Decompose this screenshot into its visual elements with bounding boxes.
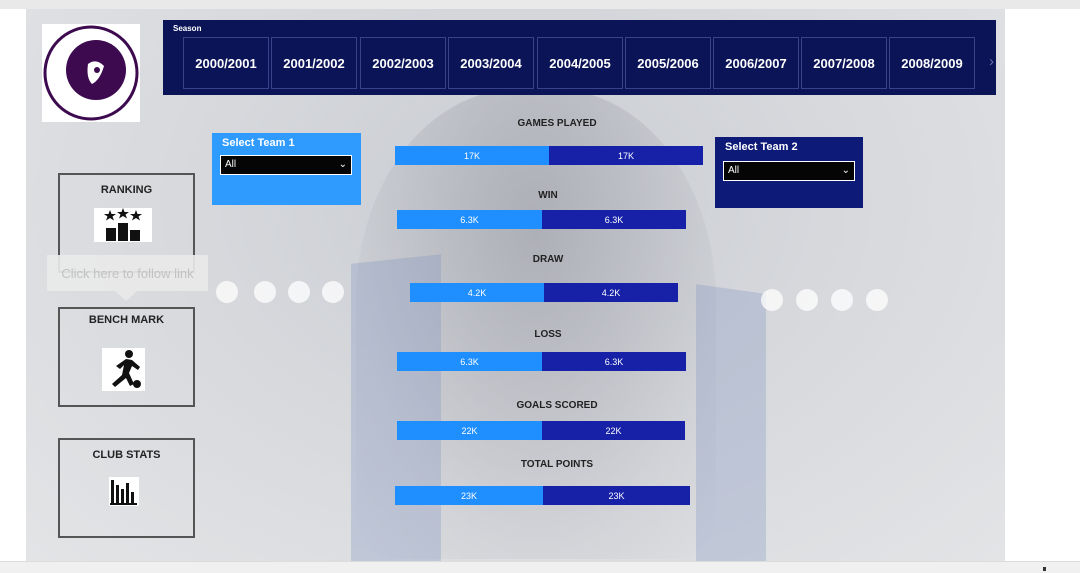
- season-item[interactable]: 2002/2003: [360, 37, 446, 89]
- win-team1-value: 6.3K: [397, 210, 542, 229]
- draw-team1-value: 4.2K: [410, 283, 544, 302]
- season-item[interactable]: 2005/2006: [625, 37, 711, 89]
- team2-dropdown[interactable]: All ⌄: [723, 161, 855, 181]
- stadium-light: [322, 281, 344, 303]
- ranking-title: RANKING: [100, 184, 153, 196]
- chevron-down-icon: ⌄: [841, 165, 850, 176]
- report-canvas: Season 2000/2001 2001/2002 2002/2003 200…: [26, 9, 1005, 561]
- season-slicer: Season 2000/2001 2001/2002 2002/2003 200…: [163, 20, 996, 95]
- club-stats-card[interactable]: CLUB STATS: [58, 438, 195, 538]
- season-item[interactable]: 2008/2009: [889, 37, 975, 89]
- win-team2-value: 6.3K: [542, 210, 686, 229]
- draw-team2-value: 4.2K: [544, 283, 678, 302]
- draw-title: DRAW: [532, 254, 564, 265]
- team2-value: All: [728, 165, 740, 176]
- loss-title: LOSS: [534, 329, 562, 340]
- season-item[interactable]: 2000/2001: [183, 37, 269, 89]
- team2-slicer: Select Team 2 All ⌄: [715, 137, 863, 208]
- chevron-down-icon: ⌄: [338, 159, 347, 170]
- link-tooltip: Click here to follow link: [47, 255, 208, 291]
- bar-chart-icon: [109, 477, 139, 506]
- win-bar: 6.3K 6.3K: [397, 210, 686, 229]
- benchmark-card[interactable]: BENCH MARK: [58, 307, 195, 407]
- season-item[interactable]: 2004/2005: [537, 37, 623, 89]
- stadium-light: [866, 289, 888, 311]
- stadium-light: [288, 281, 310, 303]
- benchmark-title: BENCH MARK: [88, 314, 165, 326]
- goals-scored-title: GOALS SCORED: [516, 400, 598, 411]
- season-item[interactable]: 2006/2007: [713, 37, 799, 89]
- games-played-bar: 17K 17K: [395, 146, 703, 165]
- total-points-team1-value: 23K: [395, 486, 543, 505]
- loss-team2-value: 6.3K: [542, 352, 686, 371]
- running-player-icon: [102, 348, 145, 391]
- stadium-light: [831, 289, 853, 311]
- total-points-bar: 23K 23K: [395, 486, 690, 505]
- tooltip-pointer: [115, 291, 137, 301]
- premier-league-logo: [42, 24, 140, 122]
- team1-value: All: [225, 159, 237, 170]
- window-bottom-bar: [0, 561, 1080, 573]
- goals-scored-team2-value: 22K: [542, 421, 685, 440]
- stadium-light: [216, 281, 238, 303]
- season-label: Season: [173, 24, 202, 33]
- season-item[interactable]: 2003/2004: [448, 37, 534, 89]
- total-points-title: TOTAL POINTS: [520, 459, 594, 470]
- podium-stars-icon: [94, 208, 152, 242]
- games-played-team2-value: 17K: [549, 146, 703, 165]
- draw-bar: 4.2K 4.2K: [410, 283, 678, 302]
- team1-label: Select Team 1: [222, 137, 295, 149]
- scroll-marker: [1043, 567, 1046, 571]
- games-played-team1-value: 17K: [395, 146, 549, 165]
- goals-scored-team1-value: 22K: [397, 421, 542, 440]
- goals-scored-bar: 22K 22K: [397, 421, 685, 440]
- loss-team1-value: 6.3K: [397, 352, 542, 371]
- team1-dropdown[interactable]: All ⌄: [220, 155, 352, 175]
- team2-label: Select Team 2: [725, 141, 798, 153]
- season-item[interactable]: 2001/2002: [271, 37, 357, 89]
- window-top-bar: [0, 0, 1080, 9]
- season-item[interactable]: 2007/2008: [801, 37, 887, 89]
- chevron-right-icon[interactable]: ›: [989, 53, 994, 70]
- stadium-light: [796, 289, 818, 311]
- banner-background-right: [696, 284, 766, 561]
- stadium-light: [254, 281, 276, 303]
- loss-bar: 6.3K 6.3K: [397, 352, 686, 371]
- club-stats-title: CLUB STATS: [92, 449, 161, 461]
- total-points-team2-value: 23K: [543, 486, 690, 505]
- team1-slicer: Select Team 1 All ⌄: [212, 133, 361, 205]
- stadium-light: [761, 289, 783, 311]
- games-played-title: GAMES PLAYED: [517, 118, 597, 129]
- win-title: WIN: [538, 190, 558, 201]
